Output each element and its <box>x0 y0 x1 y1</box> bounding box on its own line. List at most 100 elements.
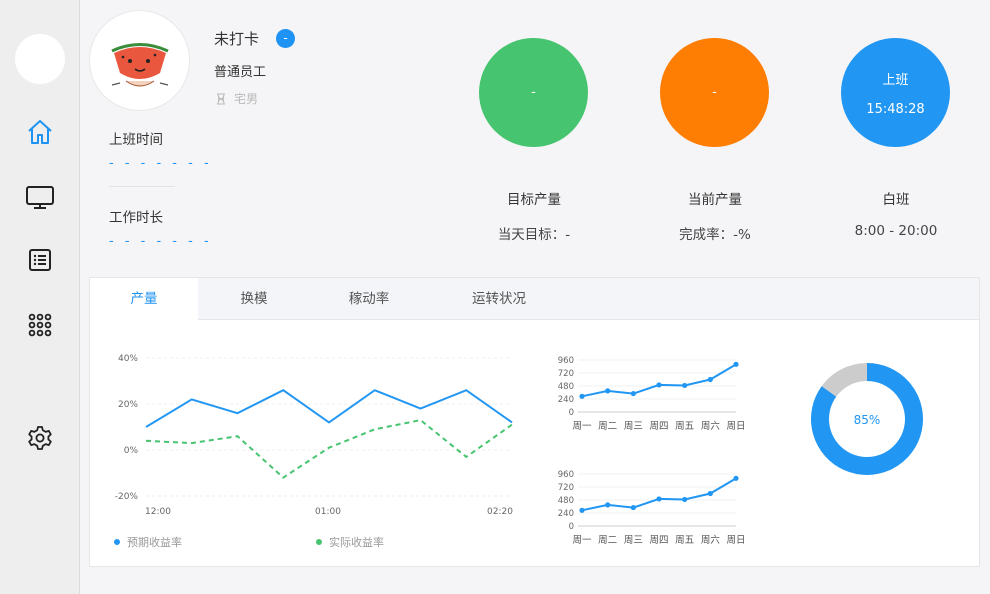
shift-clock-time: 15:48:28 <box>866 101 925 117</box>
series-line <box>581 363 737 398</box>
shift-clock-state: 上班 <box>882 72 909 88</box>
x-tick-label: 周六 <box>701 534 721 546</box>
y-tick-label: 720 <box>558 369 574 379</box>
y-tick-label: 480 <box>558 496 574 506</box>
status-badge[interactable]: - <box>276 29 295 48</box>
x-tick-label: 12:00 <box>145 507 171 517</box>
data-point <box>733 361 739 367</box>
watermelon-avatar-image <box>111 43 169 87</box>
home-icon <box>28 120 52 144</box>
data-point <box>605 502 611 508</box>
y-tick-label: 20% <box>118 400 138 410</box>
y-tick-label: 40% <box>118 354 138 364</box>
data-point <box>656 496 662 502</box>
sidebar-item-apps[interactable] <box>24 309 56 341</box>
hourglass-icon <box>217 93 225 104</box>
tab-utilization[interactable]: 稼动率 <box>310 278 428 320</box>
data-point <box>707 376 713 383</box>
y-tick-label: -20% <box>115 492 139 502</box>
current-output-value: - <box>712 85 717 100</box>
donut-center-label: 85% <box>854 413 881 427</box>
sidebar-item-settings[interactable] <box>24 422 56 454</box>
x-tick-label: 周一 <box>572 421 592 432</box>
data-point <box>656 382 662 388</box>
sidebar-avatar[interactable] <box>15 34 65 84</box>
y-tick-label: 960 <box>558 356 574 366</box>
gear-icon <box>28 426 52 450</box>
completion-donut-chart: 85% <box>811 363 923 475</box>
tab-bar: 产量 换模 稼动率 运转状况 <box>90 278 979 321</box>
data-point <box>605 388 611 394</box>
tab-mold-change[interactable]: 换模 <box>198 278 310 320</box>
x-tick-label: 02:20 <box>487 507 513 517</box>
yield-line-chart: 40% 20% 0% -20% 12:00 01:00 02:20 预期收益率 实际收益率 <box>114 354 513 549</box>
donut-slice-1 <box>821 363 868 398</box>
data-point <box>630 504 636 511</box>
work-duration-label: 工作时长 <box>109 210 163 226</box>
work-start-value: - - - - - - - <box>109 156 213 171</box>
x-tick-label: 周五 <box>675 421 694 432</box>
weekly-line-chart-2: 960 720 480 240 0 周一 周二 周三 周四 周五 周六 周日 <box>558 470 746 546</box>
divider <box>109 186 175 187</box>
user-role: 普通员工 <box>214 65 267 80</box>
current-output-label: 当前产量 <box>688 192 742 208</box>
legend-marker <box>316 539 322 545</box>
tab-output[interactable]: 产量 <box>90 278 198 321</box>
y-tick-label: 480 <box>558 382 574 392</box>
x-tick-label: 周四 <box>649 421 668 432</box>
weekly-line-chart-1: 960 720 480 240 0 周一 周二 周三 周四 周五 周六 周日 <box>558 356 746 432</box>
work-duration-value: - - - - - - - <box>109 234 213 249</box>
y-tick-label: 720 <box>558 483 574 493</box>
series-line-1 <box>145 419 513 479</box>
current-output-circle: - <box>660 38 769 147</box>
data-point <box>733 475 739 481</box>
apps-grid-icon <box>28 313 52 337</box>
shift-clock-circle[interactable]: 上班 15:48:28 <box>841 38 950 147</box>
target-output-sub: 当天目标：- <box>497 227 571 243</box>
monitor-icon <box>26 186 54 209</box>
y-tick-label: 0% <box>124 446 139 456</box>
data-point <box>579 393 585 399</box>
target-output-label: 目标产量 <box>507 192 561 208</box>
user-tag: 宅男 <box>216 90 258 107</box>
y-tick-label: 0 <box>569 408 574 418</box>
list-icon <box>29 249 51 271</box>
sidebar-item-list[interactable] <box>24 244 56 276</box>
data-point <box>579 507 585 513</box>
legend-label: 预期收益率 <box>127 535 182 549</box>
target-output-circle: - <box>479 38 588 147</box>
stats-panel: 产量 换模 稼动率 运转状况 40% 20% 0% -20% 12:00 01:00 02:… <box>89 277 980 567</box>
y-tick-label: 0 <box>569 522 574 532</box>
target-output-value: - <box>531 85 536 100</box>
x-tick-label: 周二 <box>598 535 617 546</box>
legend-label: 实际收益率 <box>329 535 384 549</box>
user-avatar <box>89 10 190 111</box>
x-tick-label: 周六 <box>701 420 721 432</box>
x-tick-label: 周二 <box>598 421 617 432</box>
data-point <box>682 496 688 503</box>
y-tick-label: 240 <box>558 395 574 405</box>
shift-hours: 8:00 - 20:00 <box>854 223 938 239</box>
x-tick-label: 01:00 <box>315 507 341 517</box>
y-tick-label: 960 <box>558 470 574 480</box>
series-line <box>581 477 737 512</box>
x-tick-label: 周五 <box>675 535 694 546</box>
x-tick-label: 周日 <box>726 535 745 546</box>
shift-label: 白班 <box>882 192 910 208</box>
x-tick-label: 周日 <box>726 421 745 432</box>
x-tick-label: 周三 <box>624 421 643 432</box>
completion-rate: 完成率：-% <box>679 227 751 243</box>
data-point <box>682 382 688 389</box>
x-tick-label: 周四 <box>649 535 668 546</box>
sidebar <box>0 0 80 594</box>
user-tag-label: 宅男 <box>234 92 259 106</box>
data-point <box>707 490 713 497</box>
x-tick-label: 周三 <box>624 535 643 546</box>
checkin-status: 未打卡 <box>214 30 260 48</box>
sidebar-item-home[interactable] <box>24 116 56 148</box>
y-tick-label: 240 <box>558 509 574 519</box>
series-line-0 <box>145 389 513 428</box>
data-point <box>630 390 636 397</box>
tab-running-status[interactable]: 运转状况 <box>428 278 570 320</box>
sidebar-item-monitor[interactable] <box>24 181 56 213</box>
